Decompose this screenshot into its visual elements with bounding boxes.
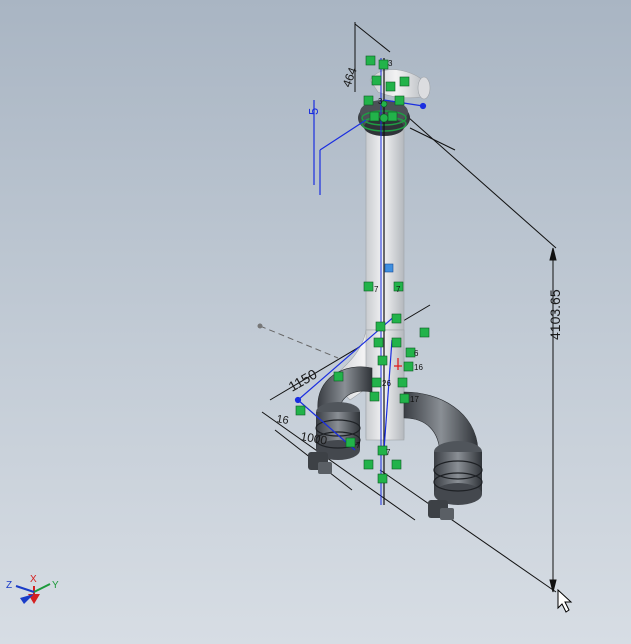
spacing-dimension[interactable]: 16 bbox=[275, 413, 289, 427]
flange-offset-dimension[interactable]: 464 bbox=[340, 65, 360, 89]
svg-text:7: 7 bbox=[386, 448, 391, 457]
svg-text:17: 17 bbox=[410, 395, 419, 404]
svg-text:26: 26 bbox=[382, 379, 391, 388]
triad-x-label: X bbox=[30, 574, 37, 585]
dimension-extension-lines bbox=[261, 22, 557, 593]
part-icon[interactable] bbox=[384, 263, 394, 273]
graphics-area[interactable]: 4103.65 5 464 1150 1000 16 3 3 7 7 6 16 … bbox=[0, 0, 631, 644]
top-offset-dimension[interactable]: 5 bbox=[306, 108, 321, 115]
overall-height-dimension[interactable]: 4103.65 bbox=[547, 247, 563, 593]
axis-triad: X Y Z bbox=[6, 574, 59, 604]
triad-z-label: Z bbox=[6, 580, 12, 591]
svg-text:3: 3 bbox=[378, 97, 383, 106]
centerline bbox=[259, 325, 339, 359]
branch-width-dimension[interactable]: 1150 bbox=[286, 366, 320, 395]
model-view[interactable]: 4103.65 5 464 1150 1000 16 3 3 7 7 6 16 … bbox=[0, 0, 631, 644]
sketch-point[interactable] bbox=[257, 323, 263, 329]
svg-text:7: 7 bbox=[396, 285, 401, 294]
right-elbow[interactable] bbox=[403, 391, 483, 520]
svg-text:6: 6 bbox=[414, 349, 419, 358]
triad-y-label: Y bbox=[52, 580, 59, 591]
svg-text:7: 7 bbox=[356, 441, 361, 450]
svg-text:3: 3 bbox=[388, 59, 393, 68]
svg-text:16: 16 bbox=[414, 363, 423, 372]
overall-height-value[interactable]: 4103.65 bbox=[547, 289, 563, 340]
svg-text:7: 7 bbox=[374, 285, 379, 294]
mouse-cursor-icon bbox=[557, 588, 573, 613]
